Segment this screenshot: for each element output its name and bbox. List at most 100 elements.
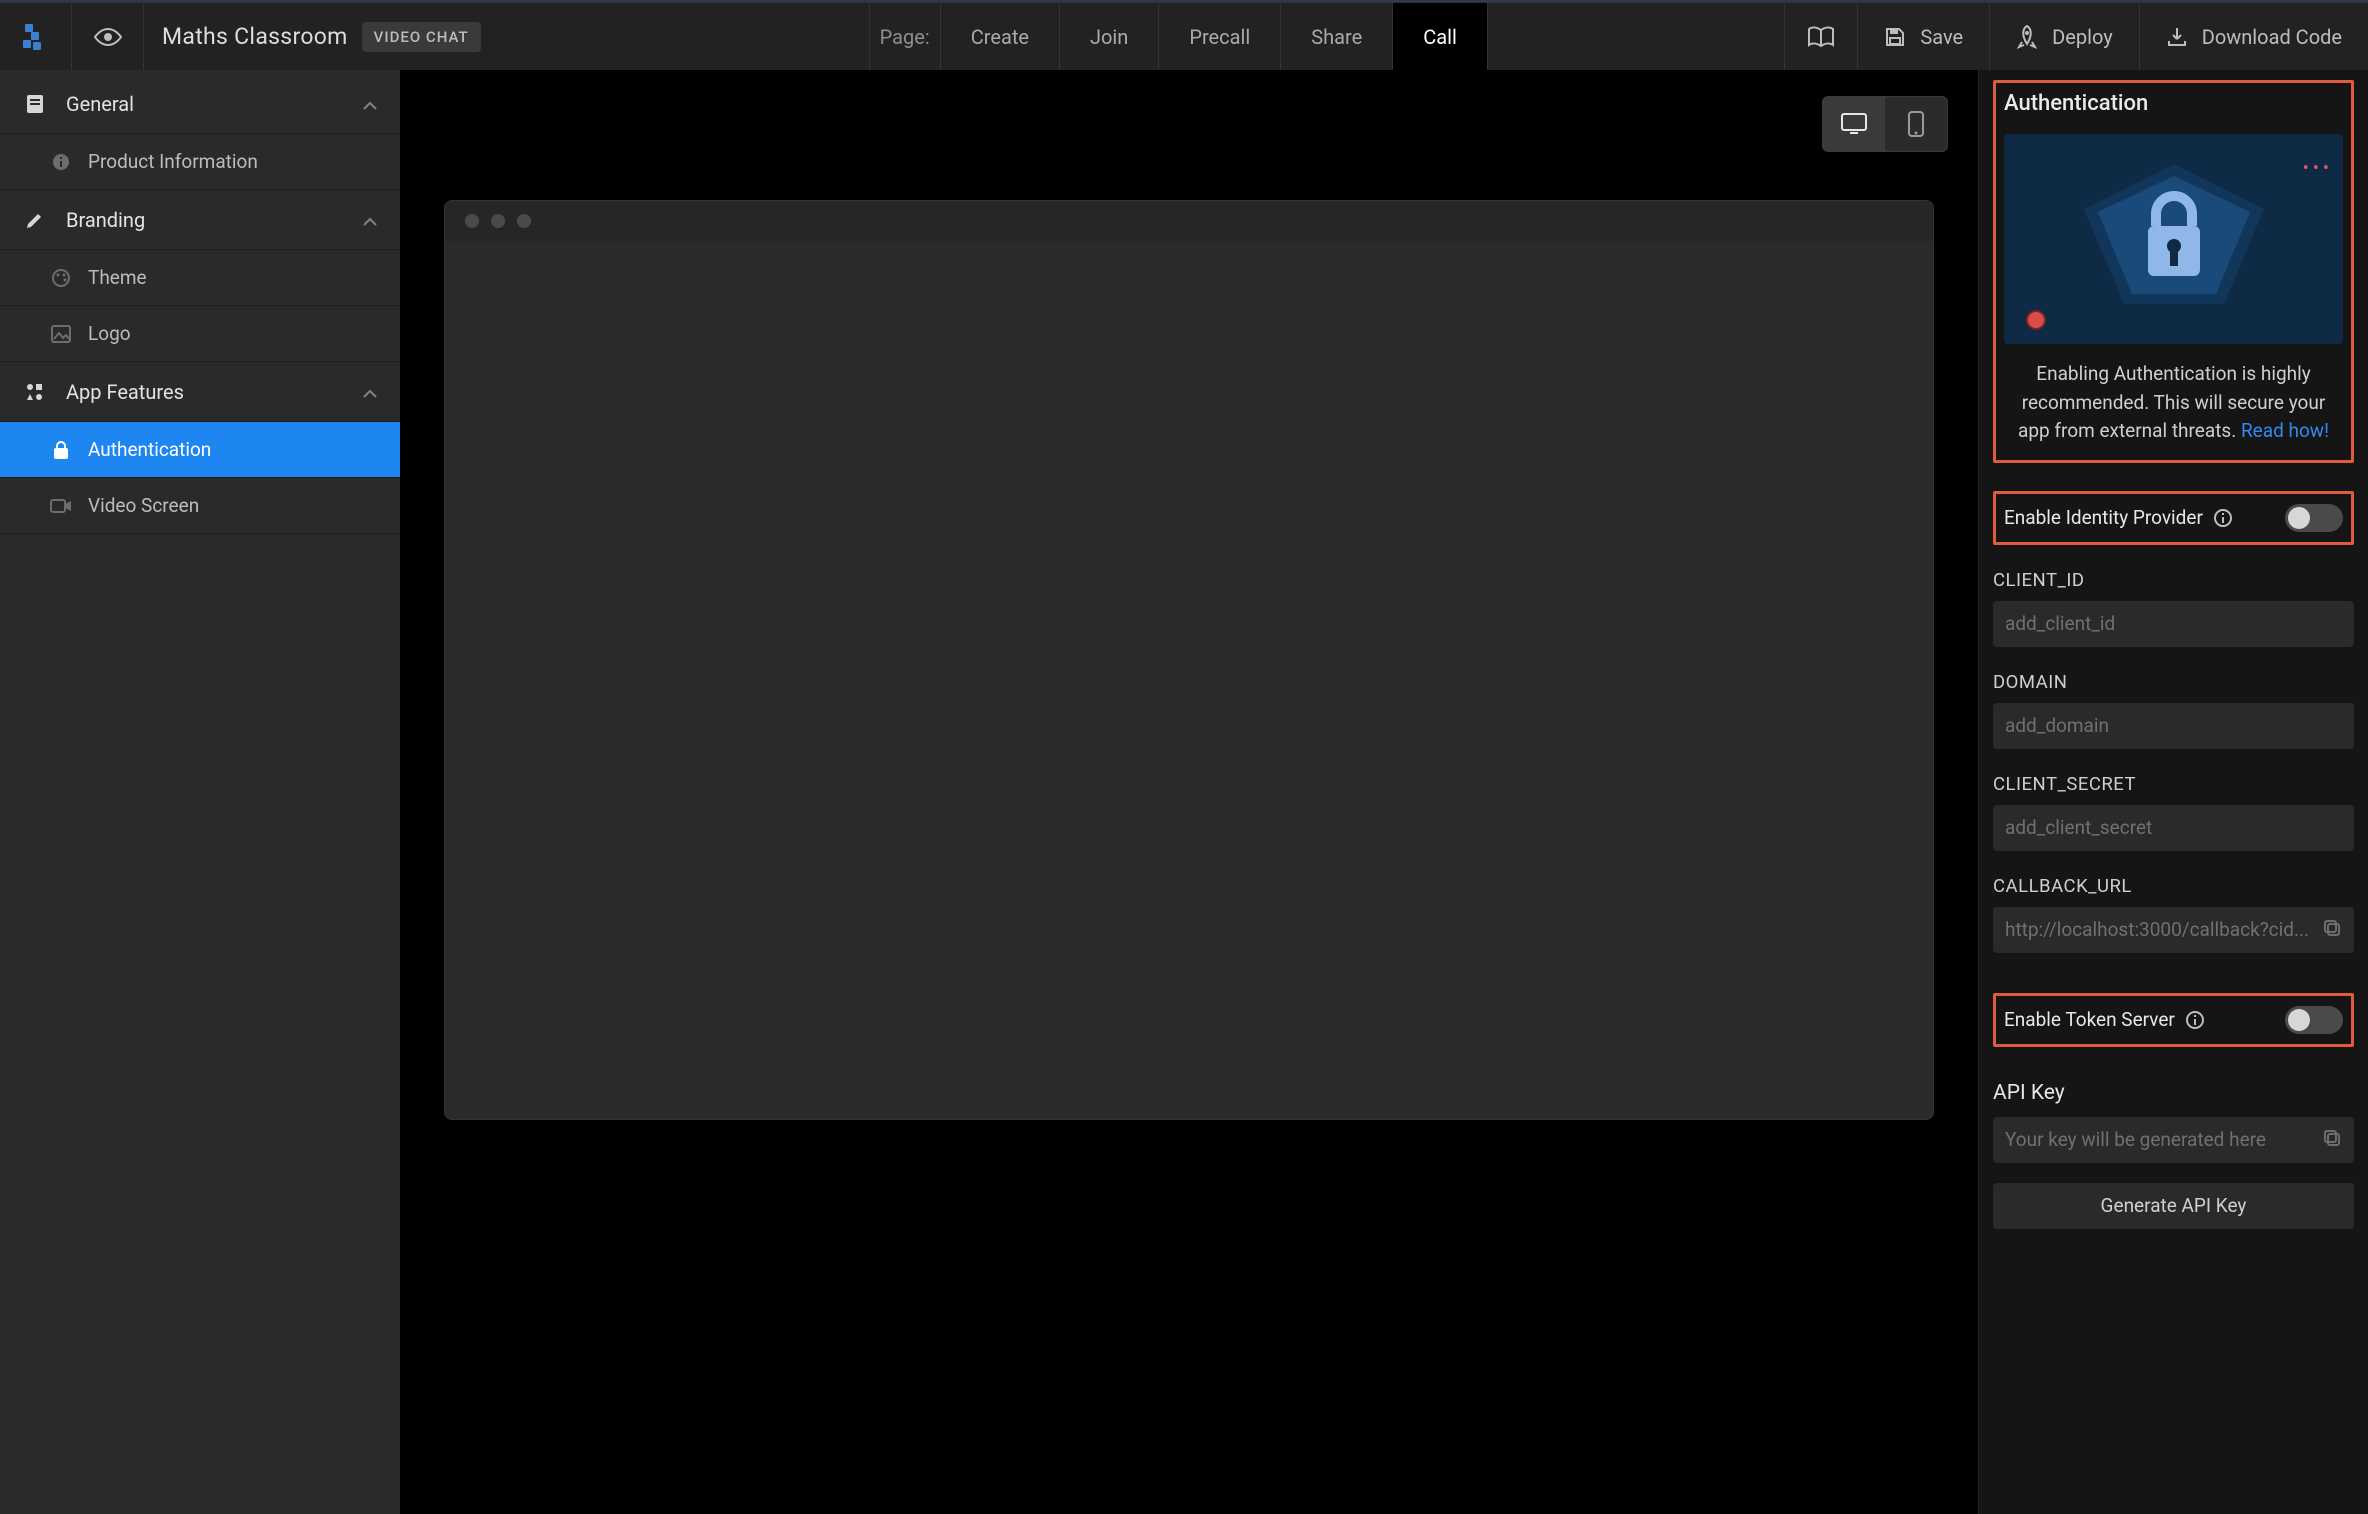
palette-icon <box>44 268 78 288</box>
info-icon[interactable] <box>2213 508 2233 528</box>
sidebar-header-app-features[interactable]: App Features <box>0 362 400 422</box>
sidebar-items-app-features: Authentication Video Screen <box>0 422 400 534</box>
field-domain: DOMAIN <box>1993 671 2354 749</box>
info-icon[interactable] <box>2185 1010 2205 1030</box>
hero-dots-icon: ••• <box>2303 158 2333 179</box>
sidebar-section-app-features: App Features Authentication <box>0 362 400 534</box>
project-title-area: Maths Classroom VIDEO CHAT <box>144 22 499 52</box>
project-type-chip: VIDEO CHAT <box>362 22 481 52</box>
app-logo[interactable] <box>0 3 72 71</box>
chevron-up-icon <box>362 92 378 116</box>
sidebar-header-general-label: General <box>66 92 134 116</box>
image-icon <box>44 325 78 343</box>
sidebar-item-label: Logo <box>88 322 131 345</box>
tab-precall[interactable]: Precall <box>1158 3 1280 70</box>
sidebar-item-label: Product Information <box>88 150 258 173</box>
client-id-input[interactable] <box>2005 612 2342 635</box>
sidebar-item-authentication[interactable]: Authentication <box>0 422 400 478</box>
save-button[interactable]: Save <box>1857 3 1989 70</box>
video-icon <box>44 498 78 514</box>
preview-window <box>444 200 1934 1120</box>
download-code-label: Download Code <box>2202 25 2342 49</box>
sidebar-item-label: Theme <box>88 266 147 289</box>
sidebar-section-branding: Branding Theme <box>0 190 400 362</box>
device-desktop-button[interactable] <box>1823 97 1885 151</box>
window-dot <box>517 214 531 228</box>
book-icon <box>1807 26 1835 48</box>
window-dot <box>465 214 479 228</box>
domain-input[interactable] <box>2005 714 2342 737</box>
shield-lock-icon <box>2064 154 2284 324</box>
api-key-title: API Key <box>1993 1081 2354 1105</box>
api-key-input[interactable] <box>2005 1128 2314 1151</box>
left-sidebar: General Product Information <box>0 70 400 1514</box>
enable-token-server-toggle[interactable] <box>2285 1006 2343 1034</box>
copy-icon[interactable] <box>2322 918 2342 942</box>
field-label: CLIENT_SECRET <box>1993 773 2354 795</box>
deploy-button-label: Deploy <box>2052 25 2113 49</box>
device-mobile-button[interactable] <box>1885 97 1947 151</box>
auth-hero-image: ••• <box>2004 134 2343 344</box>
copy-icon[interactable] <box>2322 1128 2342 1152</box>
sidebar-header-branding-label: Branding <box>66 208 145 232</box>
page-tabs: Page: Create Join Precall Share Call <box>869 3 1488 70</box>
lock-icon <box>44 440 78 460</box>
page-label: Page: <box>869 3 940 70</box>
preview-toggle[interactable] <box>72 3 144 71</box>
top-bar-left: Maths Classroom VIDEO CHAT <box>0 3 499 70</box>
info-icon <box>44 152 78 172</box>
callback-url-input[interactable] <box>2005 918 2314 941</box>
enable-token-server-label: Enable Token Server <box>2004 1008 2175 1031</box>
tab-share[interactable]: Share <box>1280 3 1392 70</box>
brush-icon <box>22 209 48 231</box>
auth-hero-text: Enabling Authentication is highly recomm… <box>2004 360 2343 446</box>
download-code-button[interactable]: Download Code <box>2139 3 2368 70</box>
features-icon <box>22 381 48 403</box>
tab-join[interactable]: Join <box>1059 3 1158 70</box>
enable-idp-row: Enable Identity Provider <box>1993 491 2354 545</box>
generate-api-key-button[interactable]: Generate API Key <box>1993 1183 2354 1229</box>
sidebar-item-product-information[interactable]: Product Information <box>0 134 400 190</box>
field-client-secret: CLIENT_SECRET <box>1993 773 2354 851</box>
deploy-button[interactable]: Deploy <box>1989 3 2139 70</box>
window-dot <box>491 214 505 228</box>
enable-idp-toggle[interactable] <box>2285 504 2343 532</box>
top-bar-right: Save Deploy Download Code <box>1784 3 2368 70</box>
sidebar-item-label: Authentication <box>88 438 211 461</box>
mobile-icon <box>1907 110 1925 138</box>
hero-avatar-icon <box>2026 310 2046 330</box>
save-icon <box>1884 26 1906 48</box>
sidebar-header-branding[interactable]: Branding <box>0 190 400 250</box>
enable-token-server-row: Enable Token Server <box>1993 993 2354 1047</box>
docs-button[interactable] <box>1784 3 1857 70</box>
sidebar-header-general[interactable]: General <box>0 74 400 134</box>
field-callback-url: CALLBACK_URL <box>1993 875 2354 953</box>
right-panel-title: Authentication <box>2004 91 2343 116</box>
field-label: CLIENT_ID <box>1993 569 2354 591</box>
eye-icon <box>93 27 123 47</box>
device-toggle <box>1822 96 1948 152</box>
top-bar: Maths Classroom VIDEO CHAT Page: Create … <box>0 2 2368 70</box>
sidebar-items-general: Product Information <box>0 134 400 190</box>
tab-call[interactable]: Call <box>1392 3 1488 70</box>
canvas-area <box>400 70 1978 1514</box>
sidebar-item-logo[interactable]: Logo <box>0 306 400 362</box>
read-how-link[interactable]: Read how! <box>2241 419 2329 442</box>
sidebar-header-app-features-label: App Features <box>66 380 184 404</box>
chevron-up-icon <box>362 208 378 232</box>
app-root: Maths Classroom VIDEO CHAT Page: Create … <box>0 0 2368 1514</box>
sidebar-item-theme[interactable]: Theme <box>0 250 400 306</box>
sidebar-item-label: Video Screen <box>88 494 199 517</box>
auth-hero-section: Authentication ••• <box>1993 80 2354 463</box>
sidebar-section-general: General Product Information <box>0 74 400 190</box>
download-icon <box>2166 26 2188 48</box>
enable-idp-label: Enable Identity Provider <box>2004 506 2203 529</box>
window-chrome <box>445 201 1933 241</box>
desktop-icon <box>1840 112 1868 136</box>
body: General Product Information <box>0 70 2368 1514</box>
right-panel: Authentication ••• <box>1978 70 2368 1514</box>
sidebar-item-video-screen[interactable]: Video Screen <box>0 478 400 534</box>
tab-create[interactable]: Create <box>940 3 1059 70</box>
doc-icon <box>22 93 48 115</box>
client-secret-input[interactable] <box>2005 816 2342 839</box>
